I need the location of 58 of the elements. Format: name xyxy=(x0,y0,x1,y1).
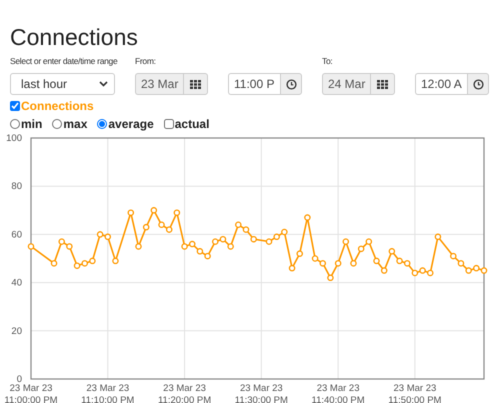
data-point xyxy=(334,260,342,267)
y-tick-label: 20 xyxy=(11,326,22,337)
y-tick-label: 0 xyxy=(16,374,22,385)
grid-icon xyxy=(190,80,201,88)
grid-icon xyxy=(377,80,388,88)
chevron-icon xyxy=(99,81,108,87)
calendar-button[interactable] xyxy=(183,73,208,95)
clock-icon xyxy=(286,78,296,90)
field-label: From: xyxy=(135,55,157,68)
actual-checkbox[interactable] xyxy=(164,119,174,129)
x-tick-label: 23 Mar 23 11:50:00 PM xyxy=(387,383,442,403)
y-tick-label: 60 xyxy=(11,229,22,240)
clock-icon xyxy=(472,78,484,90)
range-dropdown[interactable]: last hour xyxy=(10,73,115,95)
data-point xyxy=(150,207,158,214)
series-label: Connections xyxy=(21,99,94,113)
time-field[interactable]: 11:00 P xyxy=(228,73,280,95)
data-point xyxy=(388,248,396,255)
y-tick-label: 80 xyxy=(11,181,22,192)
time-field[interactable]: 12:00 A xyxy=(415,73,467,95)
data-point xyxy=(142,224,150,230)
y-tick-label: 100 xyxy=(6,133,22,144)
clock-button[interactable] xyxy=(467,73,489,95)
data-point xyxy=(373,258,380,264)
data-point xyxy=(50,260,58,267)
x-tick-label: 23 Mar 23 11:30:00 PM xyxy=(234,383,289,403)
clock-button[interactable] xyxy=(280,73,302,95)
x-tick-label: 23 Mar 23 11:40:00 PM xyxy=(310,383,366,403)
data-point xyxy=(296,250,303,257)
calendar-button[interactable] xyxy=(370,73,395,95)
data-point xyxy=(250,236,257,242)
radio-label: max xyxy=(63,117,88,131)
data-point xyxy=(434,234,442,240)
data-point xyxy=(128,209,134,216)
data-point xyxy=(135,243,142,250)
y-tick-label: 40 xyxy=(11,278,22,289)
x-tick-label: 23 Mar 23 11:10:00 PM xyxy=(80,383,136,403)
aggregate-radio[interactable] xyxy=(10,119,20,129)
radio-label: min xyxy=(21,117,42,131)
x-tick-label: 23 Mar 23 11:00:00 PM xyxy=(3,383,59,403)
series-checkbox[interactable] xyxy=(10,101,20,111)
data-point xyxy=(380,267,388,274)
data-point xyxy=(342,238,350,245)
radio-label: average xyxy=(108,117,154,131)
aggregate-radio[interactable] xyxy=(97,119,108,129)
data-point xyxy=(327,274,334,282)
aggregate-radio[interactable] xyxy=(52,119,62,129)
data-point xyxy=(288,264,296,272)
data-point xyxy=(28,243,34,250)
checkbox-label: actual xyxy=(174,117,210,131)
field-label: To: xyxy=(322,55,334,68)
data-point xyxy=(304,214,311,221)
x-tick-label: 23 Mar 23 11:20:00 PM xyxy=(156,383,212,403)
data-point xyxy=(350,260,357,267)
field-label: Select or enter date/time range xyxy=(10,55,118,68)
page-title: Connections xyxy=(9,23,139,50)
data-point xyxy=(174,209,180,216)
data-point xyxy=(112,258,119,264)
